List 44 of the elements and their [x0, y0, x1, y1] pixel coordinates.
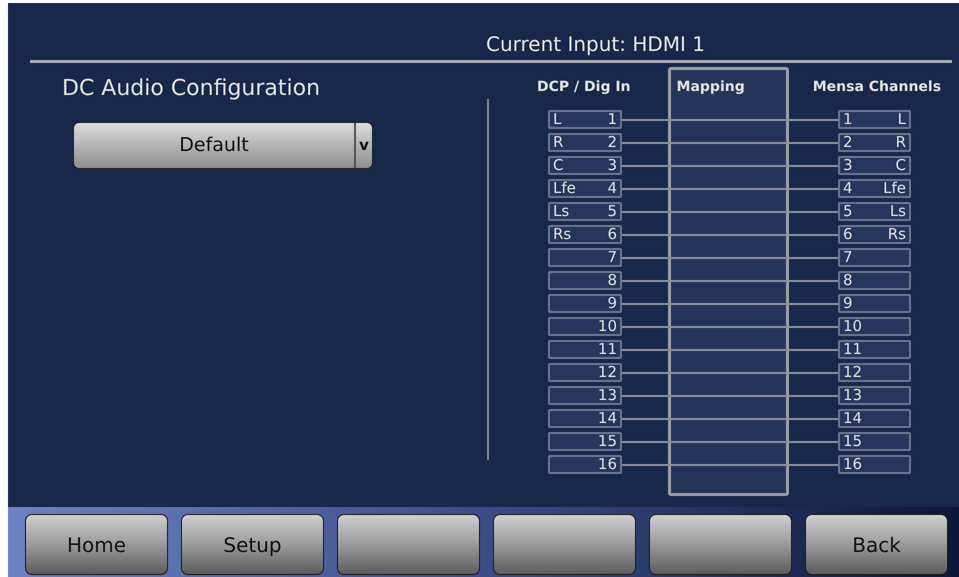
output-channel[interactable]: 9	[838, 294, 911, 313]
column-heading: DCP / Dig In	[537, 78, 631, 96]
nav-button[interactable]: Home	[25, 514, 168, 575]
input-channel[interactable]: 8	[548, 271, 622, 290]
input-channel[interactable]: 10	[548, 317, 622, 336]
output-channel[interactable]: 6 Rs	[838, 225, 911, 244]
input-channel[interactable]: Lfe 4	[548, 179, 622, 198]
output-channel[interactable]: 5 Ls	[838, 202, 911, 221]
output-channel[interactable]: 1 L	[838, 110, 911, 129]
input-channel[interactable]: 12	[548, 363, 622, 382]
column-heading: Mapping	[676, 78, 745, 96]
input-channel[interactable]: Rs 6	[548, 225, 622, 244]
output-channel[interactable]: 3 C	[838, 156, 911, 175]
blank-button[interactable]	[649, 514, 792, 575]
input-channel[interactable]: 14	[548, 409, 622, 428]
configuration-dropdown[interactable]: Default v	[73, 122, 373, 169]
output-channel[interactable]: 8	[838, 271, 911, 290]
input-channel[interactable]: L 1	[548, 110, 622, 129]
column-heading: Mensa Channels	[812, 78, 942, 96]
input-channel[interactable]: 13	[548, 386, 622, 405]
input-channel[interactable]: 15	[548, 432, 622, 451]
output-channel[interactable]: 16	[838, 455, 911, 474]
blank-button[interactable]	[493, 514, 636, 575]
output-channel[interactable]: 2 R	[838, 133, 911, 152]
input-channel[interactable]: C 3	[548, 156, 622, 175]
output-channel[interactable]: 15	[838, 432, 911, 451]
nav-button[interactable]: Back	[805, 514, 948, 575]
output-channel[interactable]: 14	[838, 409, 911, 428]
output-channel[interactable]: 10	[838, 317, 911, 336]
output-channel[interactable]: 7	[838, 248, 911, 267]
output-channel[interactable]: 11	[838, 340, 911, 359]
section-title: DC Audio Configuration	[62, 76, 320, 102]
blank-button[interactable]	[337, 514, 480, 575]
input-channel[interactable]: 11	[548, 340, 622, 359]
output-channel[interactable]: 13	[838, 386, 911, 405]
output-channel[interactable]: 4 Lfe	[838, 179, 911, 198]
input-channel[interactable]: 16	[548, 455, 622, 474]
input-channel[interactable]: 7	[548, 248, 622, 267]
nav-button[interactable]: Setup	[181, 514, 324, 575]
input-channel[interactable]: R 2	[548, 133, 622, 152]
output-channel[interactable]: 12	[838, 363, 911, 382]
current-input-title: Current Input: HDMI 1	[486, 31, 706, 58]
input-channel[interactable]: Ls 5	[548, 202, 622, 221]
input-channel[interactable]: 9	[548, 294, 622, 313]
